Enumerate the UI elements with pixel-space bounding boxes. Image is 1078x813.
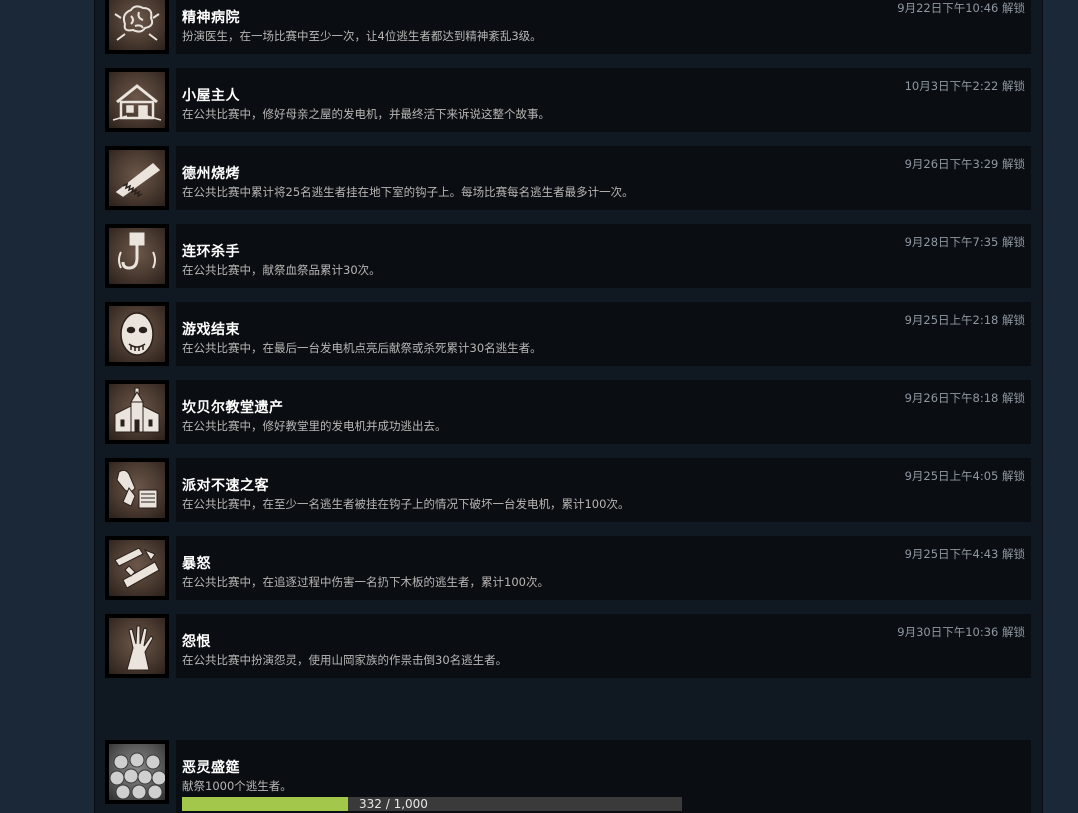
- hook-icon: [109, 228, 165, 284]
- achievement-icon-frame: [105, 380, 169, 444]
- achievement-icon-frame: [105, 146, 169, 210]
- achievement-description: 在公共比赛中，在最后一台发电机点亮后献祭或杀死累计30名逃生者。: [182, 341, 542, 355]
- achievement-icon-frame: [105, 302, 169, 366]
- locked-achievement-row: 恶灵盛筵 献祭1000个逃生者。 332 / 1,000: [105, 740, 1031, 813]
- achievement-description: 在公共比赛中，修好教堂里的发电机并成功逃出去。: [182, 419, 447, 433]
- achievement-row: 精神病院 扮演医生，在一场比赛中至少一次，让4位逃生者都达到精神紊乱3级。 9月…: [105, 0, 1031, 54]
- achievement-title: 怨恨: [182, 634, 211, 650]
- achievement-title: 精神病院: [182, 10, 240, 26]
- achievement-card: 派对不速之客 在公共比赛中，在至少一名逃生者被挂在钩子上的情况下破坏一台发电机，…: [176, 458, 1031, 522]
- achievement-description: 献祭1000个逃生者。: [182, 779, 292, 793]
- achievement-row: 暴怒 在公共比赛中，在追逐过程中伤害一名扔下木板的逃生者，累计100次。 9月2…: [105, 536, 1031, 600]
- unlock-date: 9月30日下午10:36 解锁: [897, 625, 1025, 639]
- achievement-title: 游戏结束: [182, 322, 240, 338]
- skulls-icon: [109, 744, 165, 800]
- achievement-description: 在公共比赛中，在至少一名逃生者被挂在钩子上的情况下破坏一台发电机，累计100次。: [182, 497, 630, 511]
- achievement-title: 小屋主人: [182, 88, 240, 104]
- achievement-row: 坎贝尔教堂遗产 在公共比赛中，修好教堂里的发电机并成功逃出去。 9月26日下午8…: [105, 380, 1031, 444]
- achievement-row: 游戏结束 在公共比赛中，在最后一台发电机点亮后献祭或杀死累计30名逃生者。 9月…: [105, 302, 1031, 366]
- unlock-date: 9月28日下午7:35 解锁: [904, 235, 1025, 249]
- unlock-date: 9月25日上午4:05 解锁: [904, 469, 1025, 483]
- chapel-icon: [109, 384, 165, 440]
- achievement-description: 在公共比赛中累计将25名逃生者挂在地下室的钩子上。每场比赛每名逃生者最多计一次。: [182, 185, 634, 199]
- unlock-date: 9月25日上午2:18 解锁: [904, 313, 1025, 327]
- achievement-icon-frame: [105, 614, 169, 678]
- achievement-card: 连环杀手 在公共比赛中，献祭血祭品累计30次。 9月28日下午7:35 解锁: [176, 224, 1031, 288]
- achievement-title: 坎贝尔教堂遗产: [182, 400, 284, 416]
- achievement-row: 德州烧烤 在公共比赛中累计将25名逃生者挂在地下室的钩子上。每场比赛每名逃生者最…: [105, 146, 1031, 210]
- achievement-row: 连环杀手 在公共比赛中，献祭血祭品累计30次。 9月28日下午7:35 解锁: [105, 224, 1031, 288]
- achievement-card: 暴怒 在公共比赛中，在追逐过程中伤害一名扔下木板的逃生者，累计100次。 9月2…: [176, 536, 1031, 600]
- achievement-title: 暴怒: [182, 556, 211, 572]
- achievement-icon-frame: [105, 0, 169, 54]
- achievement-card: 恶灵盛筵 献祭1000个逃生者。 332 / 1,000: [176, 740, 1031, 813]
- achievement-icon-frame: [105, 740, 169, 804]
- achievement-icon-frame: [105, 68, 169, 132]
- plank-icon: [109, 540, 165, 596]
- hand-icon: [109, 618, 165, 674]
- unlock-date: 9月22日下午10:46 解锁: [897, 1, 1025, 15]
- house-icon: [109, 72, 165, 128]
- achievement-title: 派对不速之客: [182, 478, 269, 494]
- achievement-row: 派对不速之客 在公共比赛中，在至少一名逃生者被挂在钩子上的情况下破坏一台发电机，…: [105, 458, 1031, 522]
- chainsaw-icon: [109, 150, 165, 206]
- progress-bar: 332 / 1,000: [182, 797, 682, 811]
- unlock-date: 9月25日下午4:43 解锁: [904, 547, 1025, 561]
- achievement-title: 德州烧烤: [182, 166, 240, 182]
- achievement-card: 小屋主人 在公共比赛中，修好母亲之屋的发电机，并最终活下来诉说这整个故事。 10…: [176, 68, 1031, 132]
- achievement-card: 怨恨 在公共比赛中扮演怨灵，使用山岡家族的作祟击倒30名逃生者。 9月30日下午…: [176, 614, 1031, 678]
- achievement-row: 小屋主人 在公共比赛中，修好母亲之屋的发电机，并最终活下来诉说这整个故事。 10…: [105, 68, 1031, 132]
- unlock-date: 9月26日下午8:18 解锁: [904, 391, 1025, 405]
- unlock-date: 9月26日下午3:29 解锁: [904, 157, 1025, 171]
- achievement-icon-frame: [105, 224, 169, 288]
- achievement-card: 游戏结束 在公共比赛中，在最后一台发电机点亮后献祭或杀死累计30名逃生者。 9月…: [176, 302, 1031, 366]
- achievement-card: 坎贝尔教堂遗产 在公共比赛中，修好教堂里的发电机并成功逃出去。 9月26日下午8…: [176, 380, 1031, 444]
- achievement-row: 怨恨 在公共比赛中扮演怨灵，使用山岡家族的作祟击倒30名逃生者。 9月30日下午…: [105, 614, 1031, 678]
- achievement-description: 扮演医生，在一场比赛中至少一次，让4位逃生者都达到精神紊乱3级。: [182, 29, 542, 43]
- generator-icon: [109, 462, 165, 518]
- achievement-description: 在公共比赛中，献祭血祭品累计30次。: [182, 263, 381, 277]
- achievement-title: 连环杀手: [182, 244, 240, 260]
- achievement-description: 在公共比赛中，在追逐过程中伤害一名扔下木板的逃生者，累计100次。: [182, 575, 549, 589]
- achievement-description: 在公共比赛中扮演怨灵，使用山岡家族的作祟击倒30名逃生者。: [182, 653, 508, 667]
- achievement-icon-frame: [105, 458, 169, 522]
- achievement-card: 精神病院 扮演医生，在一场比赛中至少一次，让4位逃生者都达到精神紊乱3级。 9月…: [176, 0, 1031, 54]
- achievement-icon-frame: [105, 536, 169, 600]
- mask-icon: [109, 306, 165, 362]
- progress-fill: [182, 797, 348, 811]
- unlock-date: 10月3日下午2:22 解锁: [904, 79, 1025, 93]
- achievement-card: 德州烧烤 在公共比赛中累计将25名逃生者挂在地下室的钩子上。每场比赛每名逃生者最…: [176, 146, 1031, 210]
- achievement-description: 在公共比赛中，修好母亲之屋的发电机，并最终活下来诉说这整个故事。: [182, 107, 550, 121]
- brain-icon: [109, 0, 165, 50]
- progress-text: 332 / 1,000: [359, 797, 428, 811]
- achievement-title: 恶灵盛筵: [182, 760, 240, 776]
